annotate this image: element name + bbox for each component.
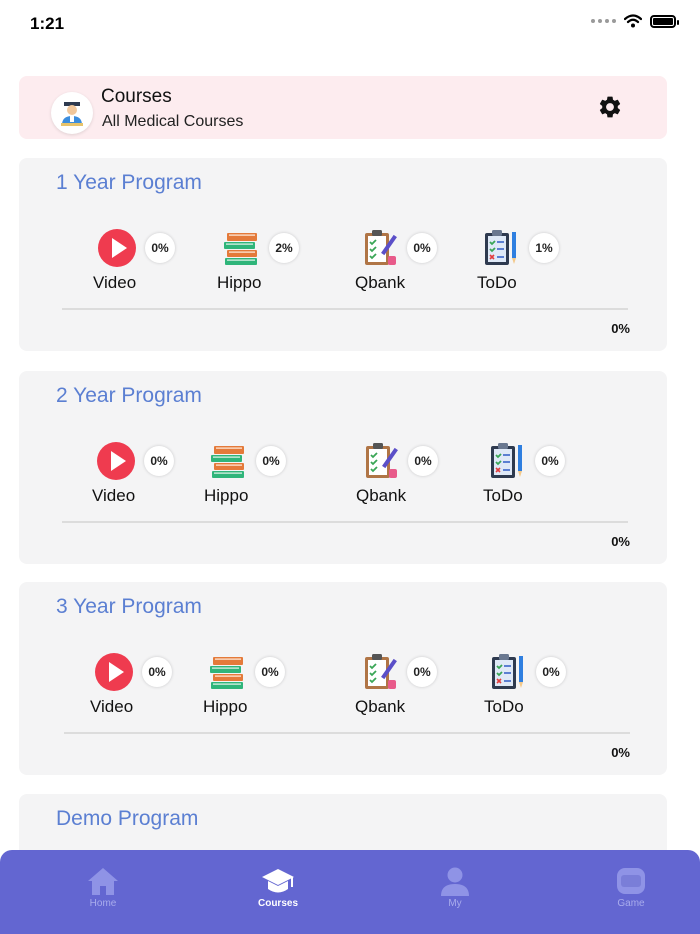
books-icon <box>207 652 247 692</box>
checklist-icon <box>487 441 527 481</box>
program-title[interactable]: 3 Year Program <box>56 595 202 619</box>
overall-progress: 0% <box>611 534 630 549</box>
page-subtitle: All Medical Courses <box>102 113 244 130</box>
tab-label: Game <box>617 898 645 909</box>
progress-badge: 0% <box>407 233 437 263</box>
divider <box>64 732 630 734</box>
status-bar: 1:21 <box>0 0 700 48</box>
clipboard-pencil-icon <box>360 441 400 481</box>
tab-label: Home <box>89 898 117 909</box>
gear-icon <box>599 96 621 118</box>
module-qbank[interactable]: 0% Qbank <box>355 652 459 722</box>
program-card-2: 2 Year Program 0% Video 0% Hippo 0% Qban… <box>19 371 667 564</box>
module-label: Qbank <box>355 697 406 716</box>
program-card-3: 3 Year Program 0% Video 0% Hippo 0% Qban… <box>19 582 667 775</box>
module-video[interactable]: 0% Video <box>90 652 194 722</box>
tab-courses[interactable]: Courses <box>228 866 328 909</box>
wifi-icon <box>624 14 642 28</box>
checklist-icon <box>481 228 521 268</box>
header-card: Courses All Medical Courses <box>19 76 667 139</box>
doctor-avatar-icon <box>61 102 83 126</box>
module-todo[interactable]: 0% ToDo <box>483 441 587 511</box>
tab-label: My <box>448 898 462 909</box>
progress-badge: 0% <box>408 446 438 476</box>
progress-badge: 0% <box>256 446 286 476</box>
module-label: Video <box>92 486 136 505</box>
module-todo[interactable]: 1% ToDo <box>477 228 581 298</box>
module-hippo[interactable]: 2% Hippo <box>217 228 321 298</box>
status-icons <box>591 14 679 28</box>
cellular-dots-icon <box>591 19 616 23</box>
module-label: ToDo <box>483 486 523 505</box>
module-label: Video <box>93 273 137 292</box>
progress-badge: 2% <box>269 233 299 263</box>
play-video-icon <box>96 441 136 481</box>
progress-badge: 0% <box>407 657 437 687</box>
home-icon <box>88 868 118 895</box>
tab-game[interactable]: Game <box>581 866 681 909</box>
clipboard-pencil-icon <box>359 652 399 692</box>
overall-progress: 0% <box>611 745 630 760</box>
module-qbank[interactable]: 0% Qbank <box>355 228 459 298</box>
checklist-icon <box>488 652 528 692</box>
battery-icon <box>650 14 679 28</box>
module-label: Qbank <box>355 273 406 292</box>
module-label: Hippo <box>204 486 249 505</box>
module-hippo[interactable]: 0% Hippo <box>204 441 308 511</box>
page-title: Courses <box>101 86 172 107</box>
divider <box>62 308 628 310</box>
module-label: Hippo <box>203 697 248 716</box>
program-title[interactable]: 2 Year Program <box>56 384 202 408</box>
module-hippo[interactable]: 0% Hippo <box>203 652 307 722</box>
books-icon <box>208 441 248 481</box>
module-video[interactable]: 0% Video <box>93 228 197 298</box>
books-icon <box>221 228 261 268</box>
settings-button[interactable] <box>596 93 624 121</box>
module-label: ToDo <box>477 273 517 292</box>
module-label: Hippo <box>217 273 262 292</box>
module-video[interactable]: 0% Video <box>92 441 196 511</box>
progress-badge: 0% <box>144 446 174 476</box>
module-label: ToDo <box>484 697 524 716</box>
user-icon <box>441 867 469 896</box>
tab-label: Courses <box>257 898 298 909</box>
progress-badge: 0% <box>255 657 285 687</box>
status-time: 1:21 <box>30 14 65 33</box>
tab-home[interactable]: Home <box>53 866 153 909</box>
progress-badge: 0% <box>535 446 565 476</box>
play-video-icon <box>94 652 134 692</box>
module-qbank[interactable]: 0% Qbank <box>356 441 460 511</box>
tab-my[interactable]: My <box>405 866 505 909</box>
avatar <box>51 92 93 134</box>
overall-progress: 0% <box>611 321 630 336</box>
progress-badge: 0% <box>142 657 172 687</box>
game-icon <box>617 868 645 894</box>
divider <box>62 521 628 523</box>
graduation-cap-icon <box>262 869 294 893</box>
progress-badge: 1% <box>529 233 559 263</box>
module-label: Qbank <box>356 486 407 505</box>
program-title[interactable]: Demo Program <box>56 807 198 831</box>
program-title[interactable]: 1 Year Program <box>56 171 202 195</box>
play-video-icon <box>97 228 137 268</box>
progress-badge: 0% <box>536 657 566 687</box>
clipboard-pencil-icon <box>359 228 399 268</box>
bottom-tab-bar: Home Courses My Game <box>0 850 700 934</box>
module-todo[interactable]: 0% ToDo <box>484 652 588 722</box>
progress-badge: 0% <box>145 233 175 263</box>
module-label: Video <box>90 697 134 716</box>
program-card-1: 1 Year Program 0% Video 2% Hippo 0% Qban… <box>19 158 667 351</box>
